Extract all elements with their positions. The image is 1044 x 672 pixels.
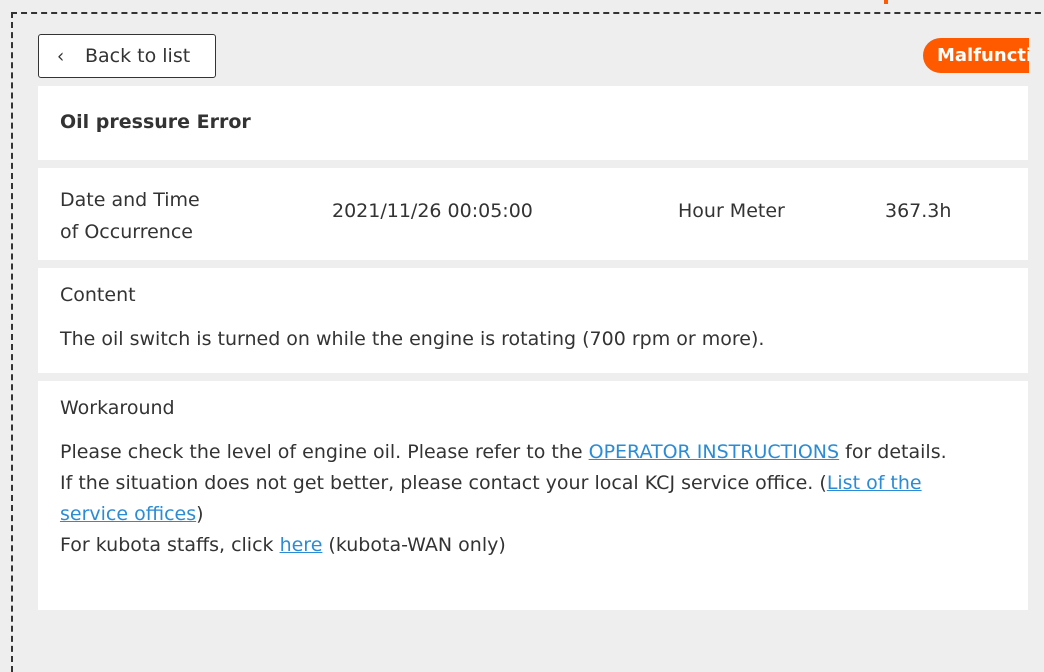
occurrence-label-line2: of Occurrence	[60, 221, 193, 243]
hour-meter-value: 367.3h	[885, 200, 952, 222]
operator-instructions-link[interactable]: OPERATOR INSTRUCTIONS	[589, 441, 839, 463]
workaround-text-1b: for details.	[839, 441, 947, 463]
error-title-card: Oil pressure Error	[38, 86, 1028, 160]
workaround-text-1a: Please check the level of engine oil. Pl…	[60, 441, 589, 463]
workaround-text-3a: For kubota staffs, click	[60, 534, 280, 556]
workaround-paragraph-3: For kubota staffs, click here (kubota-WA…	[60, 530, 995, 561]
workaround-text-2b: )	[196, 503, 204, 525]
occurrence-label-line1: Date and Time	[60, 189, 200, 211]
error-title: Oil pressure Error	[60, 111, 251, 133]
workaround-paragraph-1: Please check the level of engine oil. Pl…	[60, 437, 995, 468]
status-badge: Malfunction	[923, 38, 1029, 73]
hour-meter-label: Hour Meter	[678, 200, 785, 222]
content-text: The oil switch is turned on while the en…	[60, 328, 765, 350]
workaround-text-2a: If the situation does not get better, pl…	[60, 472, 827, 494]
workaround-heading: Workaround	[60, 397, 175, 419]
content-heading: Content	[60, 284, 136, 306]
back-to-list-button[interactable]: ‹ Back to list	[38, 34, 216, 78]
workaround-body: Please check the level of engine oil. Pl…	[60, 437, 995, 561]
content-card: Content The oil switch is turned on whil…	[38, 268, 1028, 373]
occurrence-datetime: 2021/11/26 00:05:00	[332, 200, 533, 222]
workaround-card: Workaround Please check the level of eng…	[38, 381, 1028, 610]
chevron-left-icon: ‹	[57, 44, 65, 68]
occurrence-card: Date and Time of Occurrence 2021/11/26 0…	[38, 168, 1028, 260]
frame-accent-mark	[884, 0, 888, 4]
back-to-list-label: Back to list	[85, 45, 191, 67]
workaround-text-3b: (kubota-WAN only)	[322, 534, 506, 556]
workaround-paragraph-2: If the situation does not get better, pl…	[60, 468, 995, 530]
occurrence-label: Date and Time of Occurrence	[60, 184, 260, 248]
here-link[interactable]: here	[280, 534, 323, 556]
